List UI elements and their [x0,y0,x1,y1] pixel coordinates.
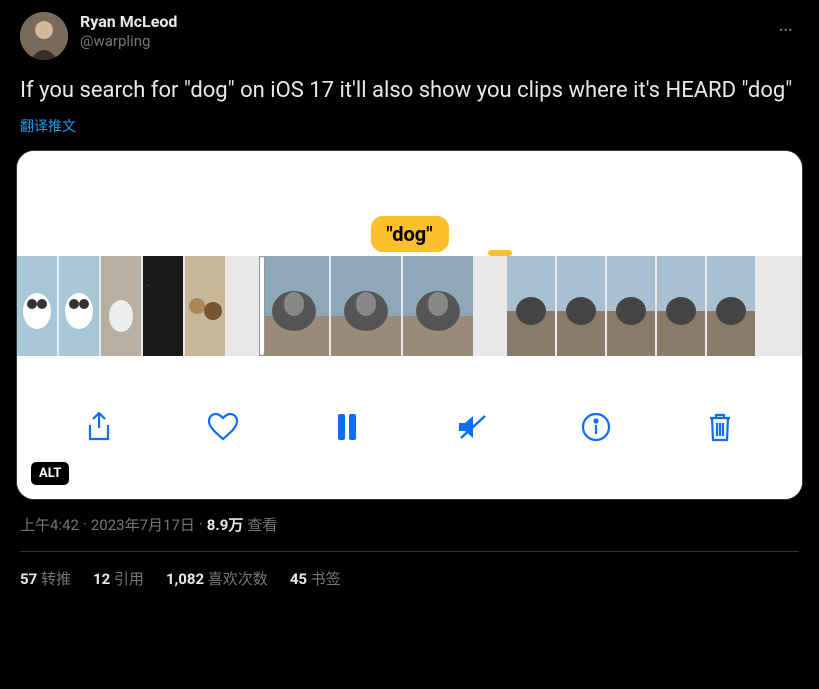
clip-group-2[interactable] [259,256,473,356]
views-count: 8.9万 [207,514,244,535]
handle: @warpling [80,32,762,51]
tweet-text: If you search for "dog" on iOS 17 it'll … [20,76,799,106]
tweet-container: Ryan McLeod @warpling … If you search fo… [0,0,819,589]
avatar[interactable] [20,12,68,60]
mute-icon[interactable] [454,409,490,445]
stat-likes[interactable]: 1,082 喜欢次数 [166,568,268,589]
clip-group-1[interactable]: ... [17,256,225,356]
meta-row[interactable]: 上午4:42 · 2023年7月17日 · 8.9万 查看 [20,514,799,535]
display-name: Ryan McLeod [80,12,762,32]
more-icon[interactable]: … [774,12,799,37]
video-timeline[interactable]: ... [17,256,802,356]
meta-date: 2023年7月17日 [91,514,195,535]
meta-time: 上午4:42 [20,514,79,535]
search-term-badge: "dog" [370,216,448,252]
views-label: 查看 [247,514,277,535]
translate-link[interactable]: 翻译推文 [20,116,799,136]
share-icon[interactable] [81,409,117,445]
clip-group-3[interactable] [507,256,755,356]
heart-icon[interactable] [205,409,241,445]
trash-icon[interactable] [702,409,738,445]
svg-text:...: ... [147,282,150,287]
stat-quotes[interactable]: 12 引用 [93,568,144,589]
stat-retweets[interactable]: 57 转推 [20,568,71,589]
tweet-header: Ryan McLeod @warpling … [20,12,799,60]
stat-bookmarks[interactable]: 45 书签 [290,568,341,589]
playhead-scrubber[interactable] [259,256,265,356]
alt-badge[interactable]: ALT [31,462,69,485]
media-header-area: "dog" [17,151,802,256]
author-block[interactable]: Ryan McLeod @warpling [80,12,762,51]
pause-icon[interactable] [329,409,365,445]
media-card[interactable]: "dog" ... [16,150,803,500]
media-controls [17,356,802,499]
stats-row: 57 转推 12 引用 1,082 喜欢次数 45 书签 [20,552,799,589]
info-icon[interactable] [578,409,614,445]
